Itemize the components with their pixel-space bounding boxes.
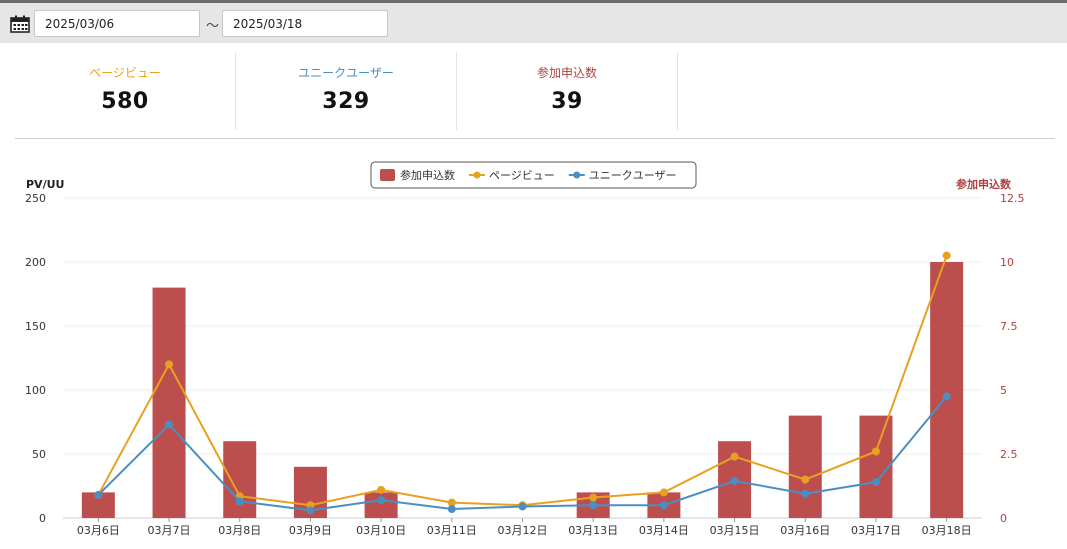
data-point [871,478,880,487]
data-point [730,452,739,461]
data-point [377,496,386,505]
data-point [306,506,315,515]
right-tick-label: 7.5 [1000,320,1018,333]
x-tick-label: 03月7日 [148,524,191,537]
bar [930,262,964,518]
summary-stats: ページビュー 580 ユニークユーザー 329 参加申込数 39 [15,52,1055,130]
stat-registrations: 参加申込数 39 [457,52,678,130]
x-tick-label: 03月6日 [77,524,120,537]
stat-value: 39 [551,89,583,114]
right-tick-label: 0 [1000,512,1007,525]
left-tick-label: 50 [32,448,46,461]
data-point [377,485,386,494]
data-point [165,360,174,369]
stat-value: 329 [322,89,370,114]
data-point [447,505,456,514]
legend-label: ページビュー [489,169,555,182]
x-tick-label: 03月14日 [639,524,689,537]
left-tick-label: 200 [25,256,46,269]
x-tick-label: 03月11日 [427,524,477,537]
bar [152,287,186,518]
stat-label: ページビュー [89,66,161,80]
left-tick-label: 100 [25,384,46,397]
data-point [518,502,527,511]
bar [223,441,257,518]
left-tick-label: 0 [39,512,46,525]
data-point [235,497,244,506]
x-tick-label: 03月12日 [498,524,548,537]
stats-divider [15,138,1055,139]
x-tick-label: 03月15日 [710,524,760,537]
left-tick-label: 150 [25,320,46,333]
bar [788,415,822,518]
data-point [942,392,951,401]
data-point [659,501,668,510]
data-point [589,493,598,502]
data-point [801,489,810,498]
left-axis-title: PV/UU [26,178,64,191]
stat-unique-users: ユニークユーザー 329 [236,52,457,130]
legend-label: ユニークユーザー [589,169,677,182]
x-tick-label: 03月10日 [356,524,406,537]
x-tick-label: 03月18日 [922,524,972,537]
data-point [165,420,174,429]
stat-pageviews: ページビュー 580 [15,52,236,130]
calendar-icon[interactable] [10,15,30,33]
x-tick-label: 03月8日 [218,524,261,537]
legend-swatch [380,169,395,181]
data-point [871,447,880,456]
data-point [801,475,810,484]
x-tick-label: 03月9日 [289,524,332,537]
data-point [942,251,951,260]
data-point [94,490,103,499]
right-tick-label: 2.5 [1000,448,1018,461]
stat-label: ユニークユーザー [298,66,394,80]
x-tick-label: 03月16日 [780,524,830,537]
date-range-separator: 〜 [206,19,220,34]
data-point [730,476,739,485]
right-tick-label: 10 [1000,256,1014,269]
right-tick-label: 5 [1000,384,1007,397]
legend-swatch [573,171,581,179]
left-tick-label: 250 [25,192,46,205]
right-axis-title: 参加申込数 [956,177,1012,191]
data-point [659,488,668,497]
traffic-chart: 0 0 50 2.5 100 5 150 7.5 200 10 250 12.5 PV/UU 参加申込数 0… [25,161,1025,537]
stat-value: 580 [101,89,149,114]
x-tick-label: 03月17日 [851,524,901,537]
legend-label: 参加申込数 [400,168,455,182]
legend-swatch [473,171,481,179]
x-tick-label: 03月13日 [568,524,618,537]
date-to-input[interactable] [222,10,388,37]
data-point [589,501,598,510]
date-from-input[interactable] [34,10,200,37]
stat-label: 参加申込数 [536,66,597,80]
date-range-toolbar: 〜 [0,3,1067,43]
right-tick-label: 12.5 [1000,192,1025,205]
